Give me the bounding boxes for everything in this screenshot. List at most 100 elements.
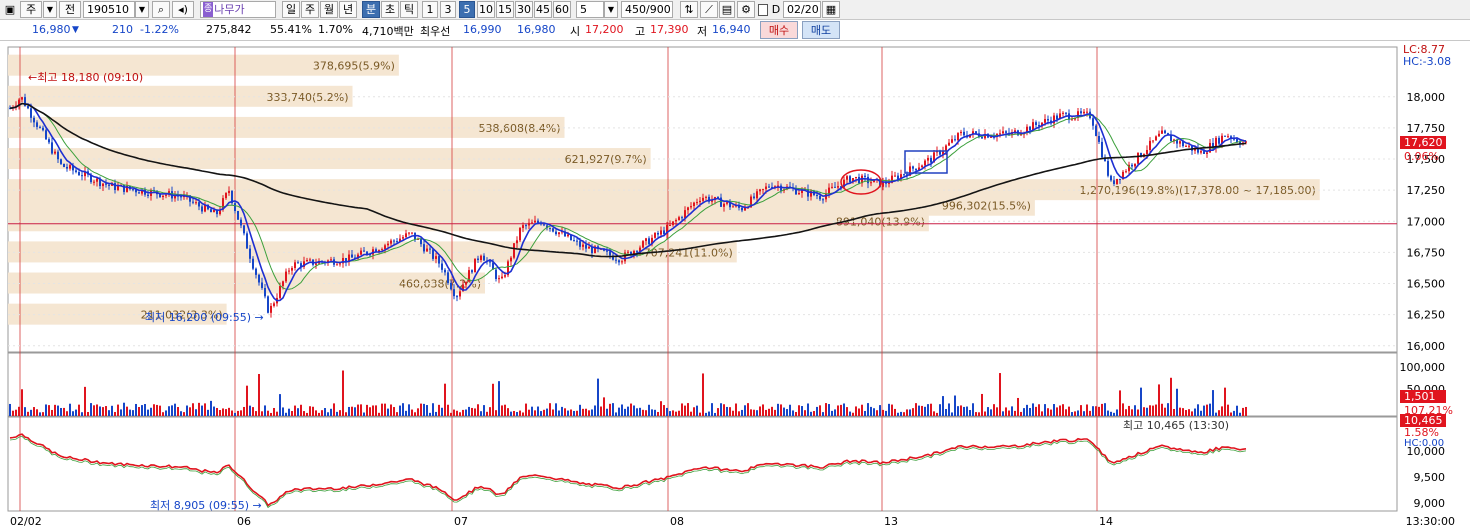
interval-10[interactable]: 10	[477, 1, 495, 18]
volume-bar	[708, 411, 710, 416]
code-dropdown-icon[interactable]: ▼	[135, 1, 149, 18]
date-field[interactable]: 02/20	[783, 1, 821, 18]
interval-dropdown-icon[interactable]: ▼	[604, 1, 618, 18]
candle-settings-icon[interactable]: ⇅	[680, 1, 698, 18]
candle-body	[48, 139, 50, 143]
interval-60[interactable]: 60	[553, 1, 571, 18]
period-week[interactable]: 주	[301, 1, 319, 18]
volume-bar	[819, 405, 821, 416]
candle-body	[1137, 152, 1139, 164]
down-arrow-icon: ▼	[72, 25, 79, 35]
interval-15[interactable]: 15	[496, 1, 514, 18]
interval-3[interactable]: 3	[440, 1, 456, 18]
volume-bar	[825, 403, 827, 416]
candle-body	[225, 193, 227, 199]
gear-icon[interactable]: ⚙	[737, 1, 755, 18]
trade-amount: 4,710백만	[362, 25, 414, 38]
period-tick[interactable]: 틱	[400, 1, 418, 18]
candle-body	[702, 197, 704, 201]
volume-bar	[651, 409, 653, 416]
volume-bar	[594, 405, 596, 416]
candle-body	[78, 172, 80, 176]
candle-body	[27, 105, 29, 109]
volume-bar	[1125, 409, 1127, 416]
candle-body	[267, 296, 269, 313]
volume-bar	[1146, 407, 1148, 416]
volume-bar	[1095, 406, 1097, 416]
chart-window-icon[interactable]: ▣	[2, 1, 18, 18]
price-tick: 16,250	[1407, 309, 1446, 322]
volume-bar	[963, 406, 965, 416]
stock-code-input[interactable]: 190510	[83, 1, 135, 18]
search-icon[interactable]: ⌕	[152, 1, 170, 18]
interval-5[interactable]: 5	[459, 1, 475, 18]
mode-selector[interactable]: 주	[20, 1, 42, 18]
candle-body	[759, 189, 761, 192]
d-checkbox[interactable]	[757, 1, 769, 18]
volume-bar	[81, 412, 83, 416]
period-second[interactable]: 초	[381, 1, 399, 18]
volume-bar	[1152, 405, 1154, 416]
period-year[interactable]: 년	[339, 1, 357, 18]
speaker-icon[interactable]: ◂)	[172, 1, 194, 18]
volume-bar	[960, 405, 962, 416]
volume-bar	[726, 406, 728, 416]
interval-select[interactable]: 5	[576, 1, 604, 18]
count-field[interactable]: 450/900	[621, 1, 673, 18]
volume-bar	[303, 411, 305, 416]
volume-bar	[693, 407, 695, 416]
volume-bar	[915, 403, 917, 416]
volume-bar	[1044, 404, 1046, 416]
volume-bar	[867, 403, 869, 416]
volume-bar	[1224, 387, 1226, 416]
candle-body	[531, 222, 533, 224]
volume-bar	[555, 403, 557, 416]
volume-current-tag: 1,501	[1404, 390, 1436, 403]
volume-bar	[1098, 406, 1100, 416]
volume-bar	[723, 404, 725, 416]
volume-bar	[876, 410, 878, 416]
period-day[interactable]: 일	[282, 1, 300, 18]
mode-dropdown-icon[interactable]: ▼	[43, 1, 57, 18]
volume-bar	[852, 412, 854, 416]
prev-button[interactable]: 전	[59, 1, 81, 18]
price-tick: 17,000	[1407, 215, 1446, 228]
volume-bar	[936, 412, 938, 416]
interval-45[interactable]: 45	[534, 1, 552, 18]
volume-bar	[222, 408, 224, 416]
candle-body	[162, 195, 164, 198]
volume-bar	[318, 412, 320, 416]
save-icon[interactable]: ▤	[719, 1, 735, 18]
volume-bar	[306, 412, 308, 416]
candle-body	[1071, 119, 1073, 121]
volume-bar	[57, 405, 59, 416]
volume-bar	[1239, 412, 1241, 416]
stock-name-field[interactable]: 종 나무가	[200, 1, 276, 18]
period-minute[interactable]: 분	[362, 1, 380, 18]
calendar-icon[interactable]: ▦	[822, 1, 840, 18]
candle-body	[270, 305, 272, 313]
candle-body	[456, 296, 458, 298]
volume-bar	[879, 405, 881, 416]
profile-bar	[8, 194, 1035, 216]
candle-body	[453, 289, 455, 297]
candle-body	[741, 207, 743, 211]
candle-body	[291, 268, 293, 271]
period-month[interactable]: 월	[320, 1, 338, 18]
volume-bar	[1164, 407, 1166, 416]
stock-chart[interactable]: 211,032(3.3%)460,038(7.2%)707,241(11.0%)…	[0, 41, 1470, 528]
volume-bar	[1119, 390, 1121, 416]
volume-bar	[807, 403, 809, 416]
candle-body	[273, 303, 275, 306]
volume-value: 275,842	[206, 23, 252, 36]
volume-bar	[789, 404, 791, 416]
sell-button[interactable]: 매도	[802, 21, 840, 39]
candle-body	[657, 232, 659, 235]
buy-button[interactable]: 매수	[760, 21, 798, 39]
interval-1[interactable]: 1	[422, 1, 438, 18]
candle-body	[288, 270, 290, 272]
volume-bar	[441, 407, 443, 416]
line-tool-icon[interactable]: ⟋	[700, 1, 718, 18]
interval-30[interactable]: 30	[515, 1, 533, 18]
candle-body	[1056, 115, 1058, 120]
